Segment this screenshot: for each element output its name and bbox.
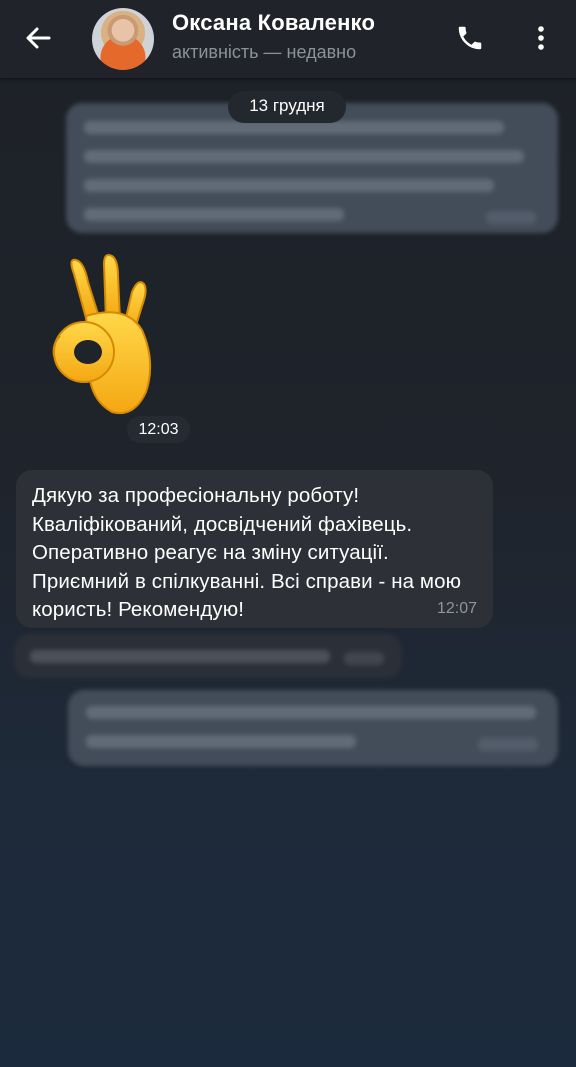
chat-header: Оксана Коваленко активність — недавно bbox=[0, 0, 576, 78]
ok-hand-icon bbox=[52, 254, 152, 414]
arrow-left-icon bbox=[26, 27, 51, 49]
ok-hand-sticker[interactable] bbox=[46, 252, 166, 422]
message-text: Дякую за професіональну роботу! Кваліфік… bbox=[32, 484, 462, 621]
back-button[interactable] bbox=[18, 18, 58, 58]
incoming-message[interactable]: Дякую за професіональну роботу! Кваліфік… bbox=[16, 470, 493, 628]
message-timestamp: 12:07 bbox=[436, 600, 477, 617]
last-seen-status: активність — недавно bbox=[172, 42, 357, 62]
more-options-button[interactable] bbox=[524, 20, 558, 56]
phone-icon bbox=[458, 26, 482, 50]
contact-name[interactable]: Оксана Коваленко bbox=[172, 10, 375, 36]
blurred-outgoing-message-2 bbox=[68, 690, 558, 766]
date-separator: 13 грудня bbox=[228, 91, 346, 123]
sticker-timestamp: 12:03 bbox=[127, 416, 190, 443]
more-vertical-icon bbox=[538, 26, 544, 50]
blurred-incoming-message bbox=[14, 634, 402, 678]
call-button[interactable] bbox=[452, 20, 488, 56]
avatar[interactable] bbox=[92, 8, 154, 70]
